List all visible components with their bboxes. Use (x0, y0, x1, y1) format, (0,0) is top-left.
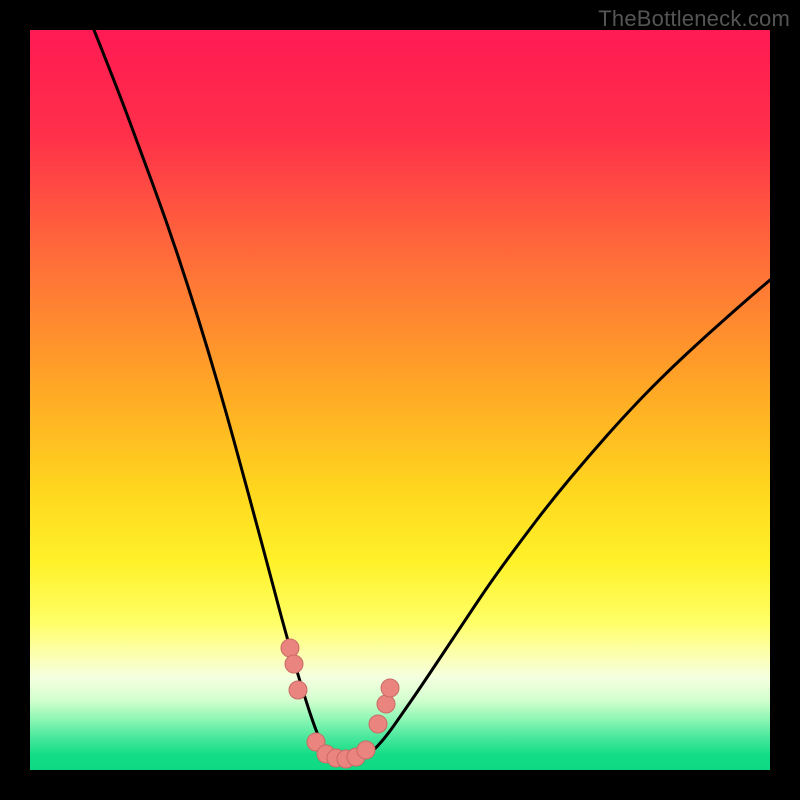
data-marker (369, 715, 387, 733)
curve-right-curve (358, 280, 770, 761)
data-marker (377, 695, 395, 713)
watermark-text: TheBottleneck.com (598, 6, 790, 32)
curves-layer (30, 30, 770, 770)
data-marker (381, 679, 399, 697)
data-marker (289, 681, 307, 699)
chart-frame: TheBottleneck.com (0, 0, 800, 800)
data-marker (357, 741, 375, 759)
plot-area (30, 30, 770, 770)
data-marker (285, 655, 303, 673)
curve-left-curve (94, 30, 338, 761)
data-marker (281, 639, 299, 657)
